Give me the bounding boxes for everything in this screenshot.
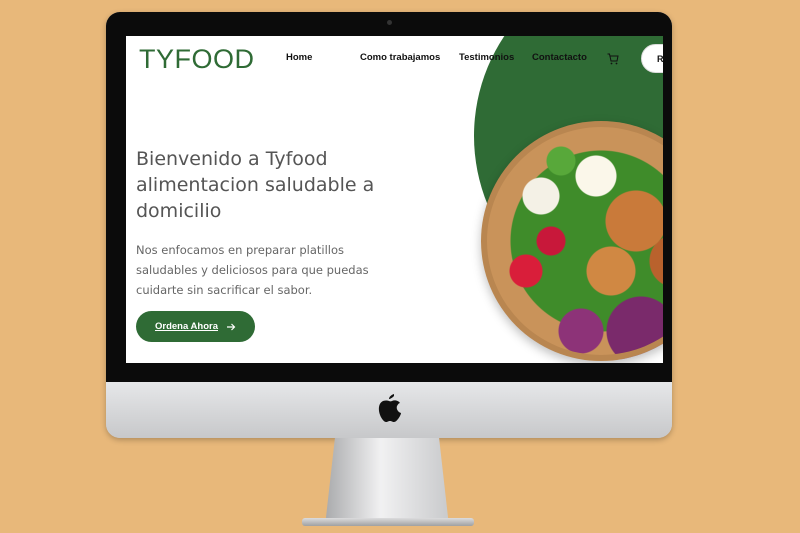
- monitor-stand-base: [302, 518, 474, 526]
- monitor-stand: [325, 438, 449, 526]
- order-now-label: Ordena Ahora: [155, 321, 218, 332]
- order-now-button[interactable]: Ordena Ahora: [136, 311, 255, 342]
- nav-home[interactable]: Home: [286, 52, 312, 63]
- nav-como-trabajamos[interactable]: Como trabajamos: [360, 52, 440, 63]
- hero-title: Bienvenido a Tyfood alimentacion saludab…: [136, 148, 375, 222]
- apple-logo-icon: [378, 394, 401, 422]
- site-logo[interactable]: TYFOOD: [139, 44, 255, 75]
- nav-contacto[interactable]: Contactacto: [532, 52, 587, 63]
- camera-icon: [387, 20, 392, 25]
- hero-description: Nos enfocamos en preparar platillos salu…: [136, 243, 369, 297]
- header-cta-button[interactable]: R: [641, 44, 663, 73]
- nav-testimonios[interactable]: Testimonios: [459, 52, 514, 63]
- shopping-cart-icon[interactable]: [607, 53, 619, 65]
- arrow-right-icon: [227, 323, 236, 330]
- website-screen: TYFOOD Home Como trabajamos Testimonios …: [126, 36, 663, 363]
